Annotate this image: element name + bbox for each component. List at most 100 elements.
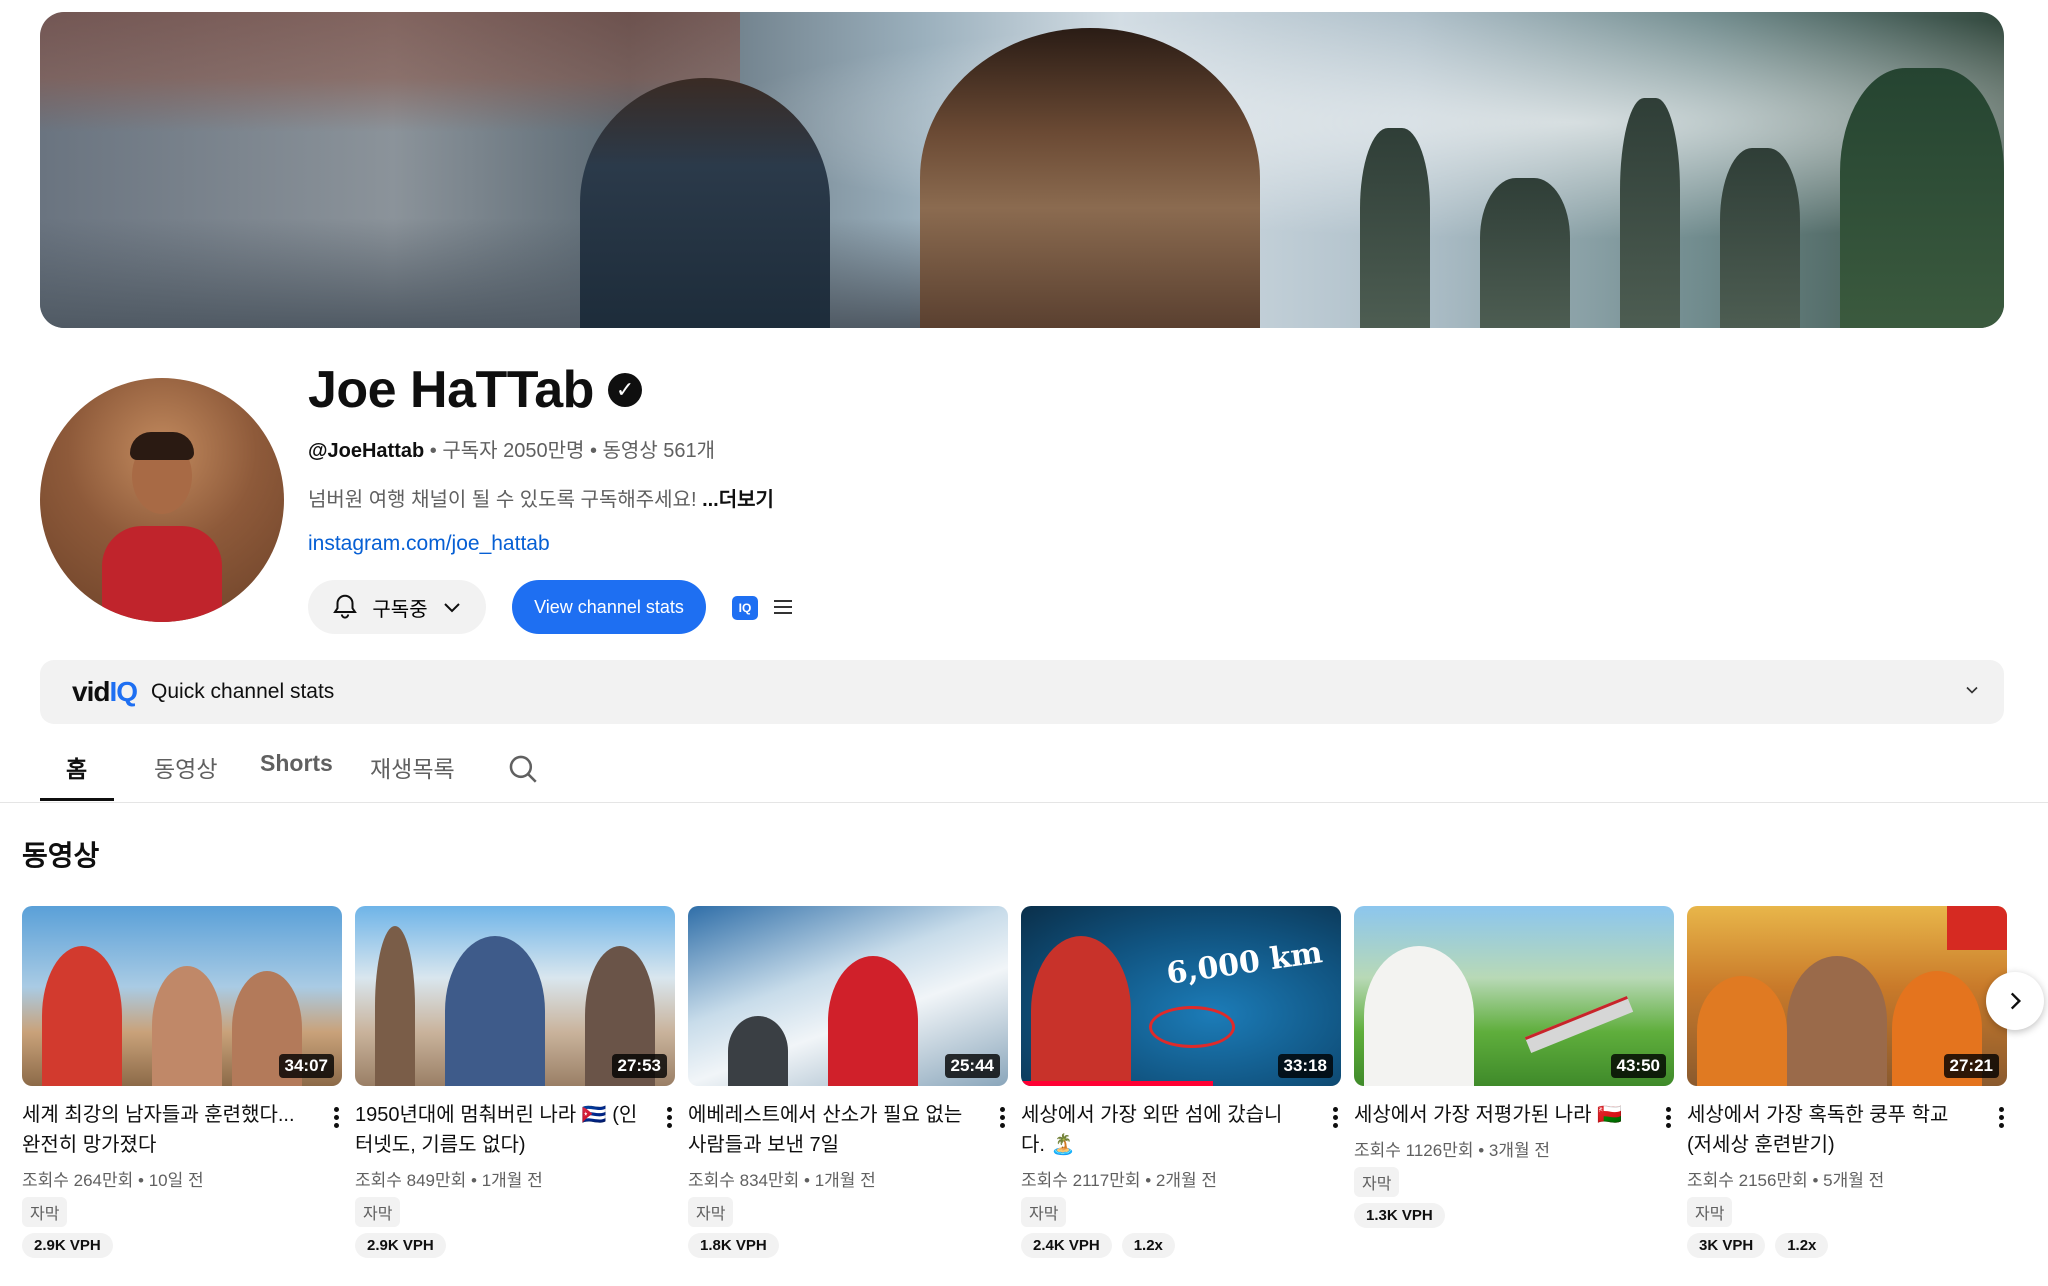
video-thumbnail[interactable]: 25:44 [688, 906, 1008, 1086]
video-options-icon[interactable] [1329, 1104, 1341, 1134]
video-options-icon[interactable] [996, 1104, 1008, 1134]
chip-row: 자막 [1354, 1167, 1674, 1197]
vph-row: 2.9K VPH [355, 1233, 675, 1258]
video-views: 조회수 834만회 [688, 1171, 800, 1190]
menu-icon[interactable] [774, 596, 792, 618]
video-duration: 34:07 [278, 1054, 334, 1078]
video-card[interactable]: 43:50 세상에서 가장 저평가된 나라 🇴🇲 조회수 1126만회 • 3개… [1354, 906, 1674, 1228]
tab-playlists[interactable]: 재생목록 [370, 750, 455, 784]
carousel-next-button[interactable] [1986, 972, 2044, 1030]
chip-row: 자막 [355, 1197, 675, 1227]
avatar-hair [130, 432, 194, 460]
thumb-flag [1947, 906, 2007, 950]
video-title[interactable]: 세상에서 가장 저평가된 나라 🇴🇲 [1354, 1100, 1639, 1130]
vph-badge: 2.9K VPH [22, 1233, 113, 1258]
search-icon[interactable] [506, 752, 540, 786]
chip-row: 자막 [688, 1197, 1008, 1227]
video-age: 3개월 전 [1488, 1141, 1550, 1160]
channel-description[interactable]: 넘버원 여행 채널이 될 수 있도록 구독해주세요! ...더보기 [308, 483, 774, 512]
thumb-train [1524, 996, 1634, 1053]
video-meta: 조회수 264만회 • 10일 전 [22, 1171, 204, 1190]
thumb-figure [1787, 956, 1887, 1086]
bell-icon [333, 594, 358, 619]
thumb-overlay-text: 6,000 km [1164, 935, 1325, 992]
thumb-figure [42, 946, 122, 1086]
caption-badge: 자막 [22, 1197, 68, 1227]
watch-progress-bar [1021, 1081, 1213, 1086]
video-thumbnail[interactable]: 6,000 km 33:18 [1021, 906, 1341, 1086]
thumb-figure [375, 926, 415, 1086]
banner-person-right [920, 28, 1260, 328]
channel-meta: @JoeHattab • 구독자 2050만명 • 동영상 561개 [308, 434, 715, 463]
banner-person-left [580, 78, 830, 328]
tab-home[interactable]: 홈 [66, 750, 87, 784]
active-tab-indicator [40, 798, 114, 801]
video-thumbnail[interactable]: 34:07 [22, 906, 342, 1086]
video-title[interactable]: 세상에서 가장 외딴 섬에 갔습니다. 🏝️ [1021, 1100, 1306, 1160]
subscribe-label: 구독중 [372, 598, 428, 621]
video-card[interactable]: 27:53 1950년대에 멈춰버린 나라 🇨🇺 (인터넷도, 기름도 없다) … [355, 906, 675, 1258]
meta-separator: • [424, 440, 443, 462]
video-title[interactable]: 세계 최강의 남자들과 훈련했다... 완전히 망가졌다 [22, 1100, 307, 1160]
video-options-icon[interactable] [663, 1104, 675, 1134]
subscriber-count: 구독자 2050만명 [442, 440, 585, 462]
thumb-figure [1031, 936, 1131, 1086]
tab-shorts[interactable]: Shorts [260, 750, 333, 777]
video-meta: 조회수 834만회 • 1개월 전 [688, 1171, 876, 1190]
vidiq-quick-stats-bar[interactable]: vidIQ Quick channel stats [40, 660, 2004, 724]
view-channel-stats-button[interactable]: View channel stats [512, 580, 706, 634]
caption-badge: 자막 [1687, 1197, 1733, 1227]
caption-badge: 자막 [1354, 1167, 1400, 1197]
video-meta: 조회수 2117만회 • 2개월 전 [1021, 1171, 1217, 1190]
caption-badge: 자막 [688, 1197, 734, 1227]
video-views: 조회수 2156만회 [1687, 1171, 1808, 1190]
video-thumbnail[interactable]: 27:53 [355, 906, 675, 1086]
vph-badge: 2.9K VPH [355, 1233, 446, 1258]
video-title[interactable]: 에베레스트에서 산소가 필요 없는 사람들과 보낸 7일 [688, 1100, 973, 1160]
video-thumbnail[interactable]: 43:50 [1354, 906, 1674, 1086]
video-duration: 27:21 [1943, 1054, 1999, 1078]
tab-videos[interactable]: 동영상 [154, 750, 217, 784]
video-title[interactable]: 세상에서 가장 혹독한 쿵푸 학교 (저세상 훈련받기) [1687, 1100, 1972, 1160]
video-options-icon[interactable] [1995, 1104, 2007, 1134]
video-views: 조회수 1126만회 [1354, 1141, 1474, 1160]
caption-badge: 자막 [355, 1197, 401, 1227]
chevron-down-icon [443, 603, 460, 613]
channel-external-link[interactable]: instagram.com/joe_hattab [308, 532, 550, 556]
chip-row: 자막 [22, 1197, 342, 1227]
verified-check-icon: ✓ [607, 373, 642, 407]
video-meta: 조회수 849만회 • 1개월 전 [355, 1171, 543, 1190]
thumb-figure [152, 966, 222, 1086]
chevron-down-icon[interactable] [1962, 680, 1982, 700]
video-card[interactable]: 34:07 세계 최강의 남자들과 훈련했다... 완전히 망가졌다 조회수 2… [22, 906, 342, 1258]
more-link[interactable]: ...더보기 [702, 489, 774, 511]
channel-name: Joe HaTTab ✓ [308, 360, 642, 420]
video-options-icon[interactable] [1662, 1104, 1674, 1134]
channel-avatar[interactable] [40, 378, 284, 622]
video-card[interactable]: 27:21 세상에서 가장 혹독한 쿵푸 학교 (저세상 훈련받기) 조회수 2… [1687, 906, 2007, 1258]
multiplier-badge: 1.2x [1121, 1233, 1175, 1258]
banner-peak [1480, 178, 1570, 328]
video-title[interactable]: 1950년대에 멈춰버린 나라 🇨🇺 (인터넷도, 기름도 없다) [355, 1100, 640, 1160]
channel-banner [40, 12, 2004, 328]
vidiq-icon[interactable]: IQ [732, 596, 758, 620]
thumb-figure [1364, 946, 1474, 1086]
video-age: 1개월 전 [481, 1171, 543, 1190]
island-marker [1149, 1006, 1235, 1048]
video-age: 5개월 전 [1823, 1171, 1885, 1190]
video-age: 2개월 전 [1155, 1171, 1217, 1190]
vidiq-title: Quick channel stats [151, 680, 335, 703]
video-duration: 25:44 [944, 1054, 1000, 1078]
channel-handle: @JoeHattab [308, 440, 425, 462]
vph-badge: 2.4K VPH [1021, 1233, 1112, 1258]
subscribe-button[interactable]: 구독중 [308, 580, 486, 634]
vph-badge: 1.3K VPH [1354, 1203, 1445, 1228]
chip-row: 자막 [1021, 1197, 1341, 1227]
section-title: 동영상 [22, 840, 100, 871]
avatar-shirt [102, 526, 222, 622]
video-options-icon[interactable] [330, 1104, 342, 1134]
video-card[interactable]: 25:44 에베레스트에서 산소가 필요 없는 사람들과 보낸 7일 조회수 8… [688, 906, 1008, 1258]
channel-tabs: 홈 동영상 Shorts 재생목록 [0, 740, 2048, 803]
video-thumbnail[interactable]: 27:21 [1687, 906, 2007, 1086]
video-card[interactable]: 6,000 km 33:18 세상에서 가장 외딴 섬에 갔습니다. 🏝️ 조회… [1021, 906, 1341, 1258]
